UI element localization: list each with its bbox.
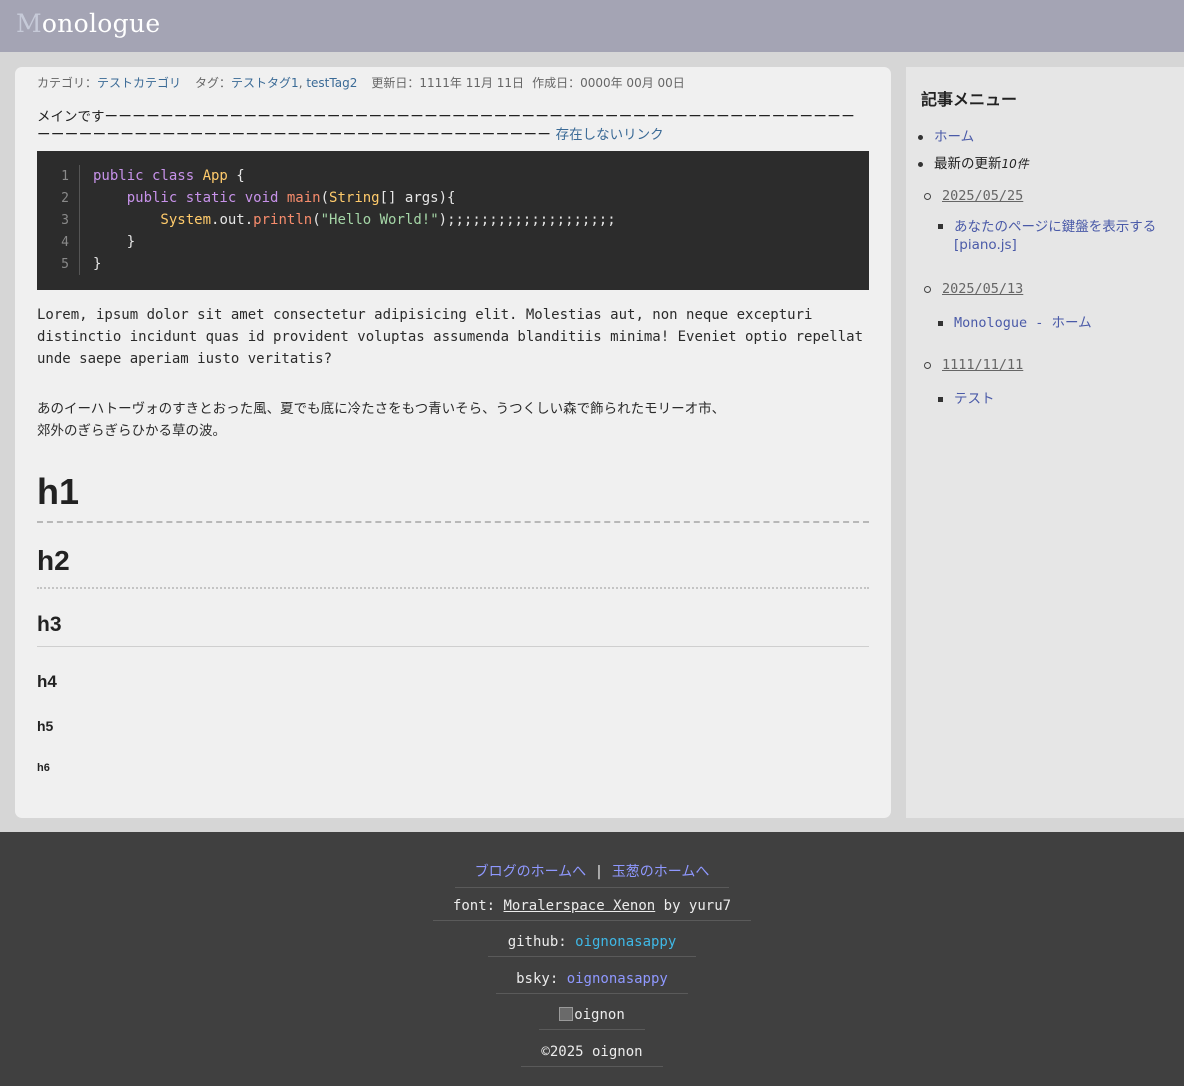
lead-paragraph: メインですーーーーーーーーーーーーーーーーーーーーーーーーーーーーーーーーーーー… xyxy=(37,108,867,144)
article-item[interactable]: Monologue - ホーム xyxy=(938,311,1092,331)
github-link[interactable]: oignonasappy xyxy=(575,934,676,950)
date-link[interactable]: 2025/05/13 xyxy=(942,281,1023,297)
line-number: 3 xyxy=(61,212,69,228)
footer-bsky: bsky: oignonasappy xyxy=(0,971,1184,994)
japanese-line-1: あのイーハトーヴォのすきとおった風、夏でも底に冷たさをもつ青いそら、うつくしい森… xyxy=(37,401,726,417)
date-group[interactable]: 1111/11/11 xyxy=(924,357,1023,373)
site-title-initial: M xyxy=(16,9,42,38)
blog-home-link[interactable]: ブログのホームへ xyxy=(475,864,587,880)
line-number: 4 xyxy=(61,234,69,250)
lorem-paragraph: Lorem, ipsum dolor sit amet consectetur … xyxy=(37,307,864,367)
footer-image: oignon xyxy=(0,1007,1184,1030)
github-label: github: xyxy=(507,934,576,950)
font-author: by yuru7 xyxy=(655,898,732,914)
article-menu-sidebar: 記事メニュー ホーム 最新の更新10件 2025/05/25 あなたのページに鍵… xyxy=(906,67,1184,818)
heading-h1: h1 xyxy=(37,471,869,523)
date-group[interactable]: 2025/05/25 xyxy=(924,188,1023,204)
heading-h3: h3 xyxy=(37,613,869,647)
sidebar-title: 記事メニュー xyxy=(921,90,1018,109)
footer-font-credit: font: Moralerspace Xenon by yuru7 xyxy=(0,898,1184,921)
code-line: 5 } xyxy=(37,253,869,275)
copyright-text: ©2025 oignon xyxy=(521,1044,663,1067)
broken-image-icon xyxy=(559,1007,574,1021)
onion-home-link[interactable]: 玉葱のホームへ xyxy=(612,864,710,880)
heading-h4: h4 xyxy=(37,672,57,691)
footer-copyright: ©2025 oignon xyxy=(0,1044,1184,1067)
code-line: 1 public class App { xyxy=(37,165,869,187)
footer-separator: | xyxy=(596,864,602,880)
created-label: 作成日： xyxy=(532,76,581,90)
sidebar-item-recent: 最新の更新10件 xyxy=(918,152,1029,172)
footer-nav: ブログのホームへ | 玉葱のホームへ xyxy=(0,861,1184,888)
updated-label: 更新日： xyxy=(371,76,420,90)
bsky-link[interactable]: oignonasappy xyxy=(567,971,668,987)
line-number: 2 xyxy=(61,190,69,206)
code-text: public static void main(String[] args){ xyxy=(79,187,455,209)
updated-date: 1111年 11月 11日 xyxy=(419,76,525,90)
code-line: 2 public static void main(String[] args)… xyxy=(37,187,869,209)
article-item[interactable]: あなたのページに鍵盤を表示する[piano.js] xyxy=(938,218,1184,254)
date-group[interactable]: 2025/05/13 xyxy=(924,281,1023,297)
date-link[interactable]: 2025/05/25 xyxy=(942,188,1023,204)
japanese-line-2: 郊外のぎらぎらひかる草の波。 xyxy=(37,423,226,439)
code-text: } xyxy=(79,231,135,253)
article-item[interactable]: テスト xyxy=(938,387,995,407)
site-title-rest: onologue xyxy=(41,9,161,38)
bsky-label: bsky: xyxy=(516,971,567,987)
site-title[interactable]: Monologue xyxy=(16,9,160,38)
code-block: 1 public class App { 2 public static voi… xyxy=(37,151,869,290)
code-text: public class App { xyxy=(79,165,245,187)
code-line: 4 } xyxy=(37,231,869,253)
code-text: System .out. println("Hello World!");;;;;;… xyxy=(79,209,616,231)
tag-link-1[interactable]: テストタグ1 xyxy=(231,76,299,90)
article-link[interactable]: Monologue - ホーム xyxy=(954,315,1092,331)
heading-h2: h2 xyxy=(37,545,869,589)
font-name-link[interactable]: Moralerspace Xenon xyxy=(504,898,656,914)
date-link[interactable]: 1111/11/11 xyxy=(942,357,1023,373)
article-link[interactable]: テスト xyxy=(954,391,995,407)
tag-link-2[interactable]: testTag2 xyxy=(306,76,357,90)
image-alt-text: oignon xyxy=(574,1007,625,1023)
font-label: font: xyxy=(452,898,504,914)
article-meta: カテゴリ：テストカテゴリ タグ：テストタグ1, testTag2 更新日：1111年… xyxy=(37,74,877,91)
lead-text: メインです xyxy=(37,109,105,125)
heading-h6: h6 xyxy=(37,762,50,774)
footer-github: github: oignonasappy xyxy=(0,934,1184,957)
created-date: 0000年 00月 00日 xyxy=(580,76,685,90)
article-card: カテゴリ：テストカテゴリ タグ：テストタグ1, testTag2 更新日：1111年… xyxy=(15,67,891,818)
article-link[interactable]: あなたのページに鍵盤を表示する[piano.js] xyxy=(954,218,1184,254)
recent-count: 10件 xyxy=(1001,157,1029,171)
site-header: Monologue xyxy=(0,0,1184,52)
line-number: 5 xyxy=(61,256,69,272)
japanese-paragraph: あのイーハトーヴォのすきとおった風、夏でも底に冷たさをもつ青いそら、うつくしい森… xyxy=(37,398,867,442)
code-text: } xyxy=(79,253,101,275)
missing-link[interactable]: 存在しないリンク xyxy=(556,127,664,143)
sidebar-item-home[interactable]: ホーム xyxy=(918,125,974,145)
category-label: カテゴリ： xyxy=(37,76,98,90)
recent-label: 最新の更新 xyxy=(934,156,1002,172)
home-link[interactable]: ホーム xyxy=(934,129,974,145)
line-number: 1 xyxy=(61,168,69,184)
lead-dashes: ーーーーーーーーーーーーーーーーーーーーーーーーーーーーーーーーーーーーーーーー… xyxy=(37,109,856,143)
heading-h5: h5 xyxy=(37,718,54,734)
site-footer: ブログのホームへ | 玉葱のホームへ font: Moralerspace Xe… xyxy=(0,832,1184,1086)
tag-label: タグ： xyxy=(195,76,232,90)
code-line: 3 System .out. println("Hello World!");;;;… xyxy=(37,209,869,231)
category-link[interactable]: テストカテゴリ xyxy=(97,76,181,90)
